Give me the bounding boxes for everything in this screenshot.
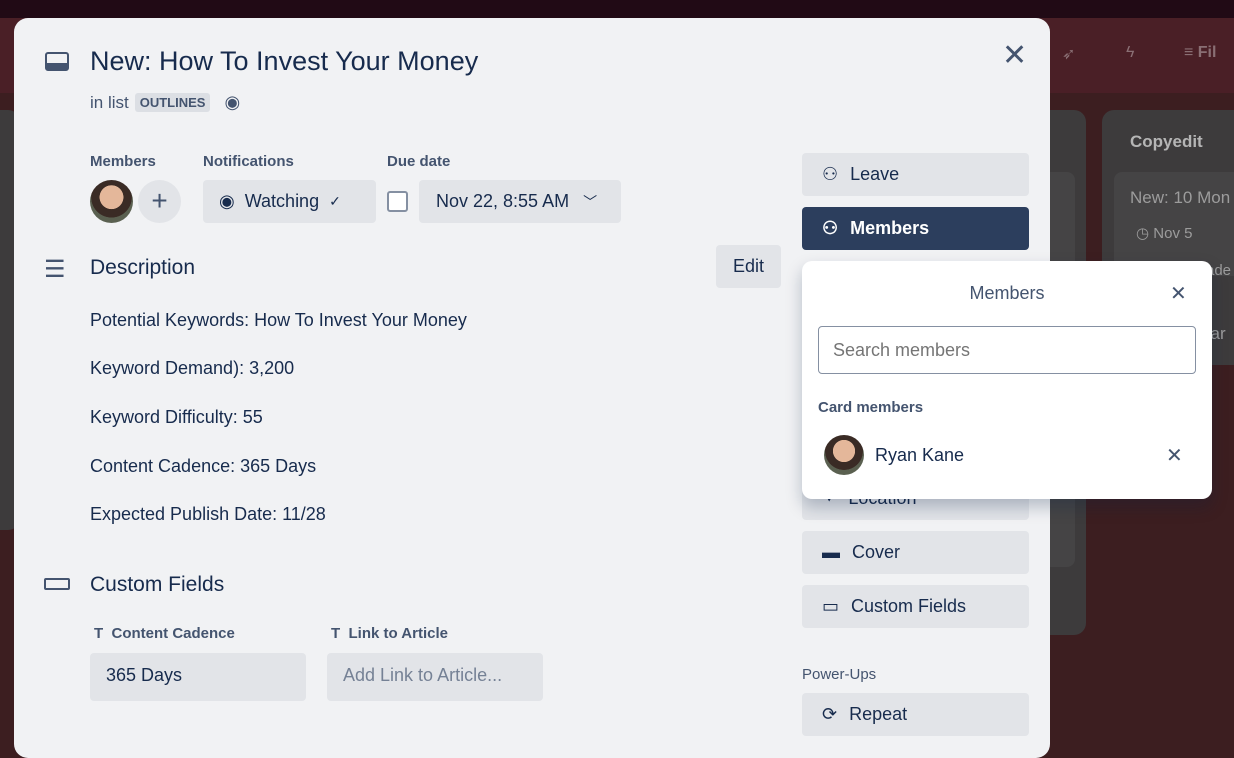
popover-title: Members [969,283,1045,303]
card-date: ◷ Nov 5 [1136,225,1193,242]
notifications-label: Notifications [203,153,294,170]
due-date-button[interactable]: Nov 22, 8:55 AM ﹀ [419,180,621,223]
leave-label: Leave [850,164,900,184]
due-date-checkbox[interactable] [387,191,408,212]
power-ups-label: Power-Ups [802,666,877,683]
edit-description-button[interactable]: Edit [716,245,781,288]
avatar [824,435,864,475]
due-date-label: Due date [387,153,451,170]
custom-fields-heading: Custom Fields [90,573,225,596]
member-name: Ryan Kane [875,445,965,465]
custom-fields-label: Custom Fields [851,596,967,616]
card-date-text: Nov 5 [1153,225,1193,242]
avatar[interactable] [90,180,133,223]
custom-fields-icon: ▭ [822,596,840,616]
remove-member-icon[interactable]: ✕ [1166,443,1183,468]
field-label-text: Link to Article [348,625,448,642]
filter-label: Fil [1197,44,1217,61]
close-icon[interactable]: ✕ [1002,38,1027,73]
search-members-input[interactable] [818,326,1196,374]
card-members-label: Card members [818,399,924,416]
custom-fields-icon [44,578,70,590]
watch-label: Watching [244,191,320,211]
cover-icon: ▬ [822,542,840,562]
close-popover-icon[interactable]: ✕ [1170,281,1187,306]
cover-button[interactable]: ▬ Cover [802,531,1029,574]
list-info: in list OUTLINES ◉ [90,92,240,113]
cover-label: Cover [852,542,901,562]
watch-button[interactable]: ◉ Watching ✓ [203,180,376,223]
description-line: Keyword Demand): 3,200 [90,358,295,378]
list-name-badge[interactable]: OUTLINES [134,93,211,112]
members-button[interactable]: ⚇ Members [802,207,1029,250]
due-date-value: Nov 22, 8:55 AM [436,191,570,211]
chevron-down-icon: ﹀ [583,193,598,210]
filter-button[interactable]: ≡ Fil [1184,44,1216,62]
members-label: Members [90,153,156,170]
top-bar [0,0,1234,18]
field-label: T Content Cadence [94,625,235,642]
content-cadence-field[interactable]: 365 Days [90,653,306,701]
repeat-label: Repeat [849,704,908,724]
description-line: Expected Publish Date: 11/28 [90,504,326,524]
link-to-article-field[interactable]: Add Link to Article... [327,653,543,701]
card-title[interactable]: New: How To Invest Your Money [90,46,478,77]
eye-icon: ◉ [224,92,241,112]
description-heading: Description [90,256,196,279]
card-title: New: 10 Mon [1130,188,1231,207]
member-list-item[interactable]: Ryan Kane ✕ [818,431,1198,479]
list-title: Copyedit [1130,132,1203,151]
description-line: Content Cadence: 365 Days [90,456,317,476]
repeat-icon: ⟳ [822,704,838,724]
automation-icon[interactable]: ϟ [1126,44,1134,62]
text-type-icon: T [94,625,104,642]
custom-fields-button[interactable]: ▭ Custom Fields [802,585,1029,628]
field-label: T Link to Article [331,625,448,642]
card-icon [45,52,69,71]
leave-button[interactable]: ⚇ Leave [802,153,1029,196]
field-label-text: Content Cadence [111,625,235,642]
add-member-button[interactable]: + [138,180,181,223]
check-icon: ✓ [329,193,341,209]
user-icon: ⚇ [822,218,839,238]
description-icon: ☰ [44,256,66,283]
power-ups-icon[interactable]: ➶ [1062,44,1075,64]
members-button-label: Members [850,218,930,238]
user-minus-icon: ⚇ [822,164,839,184]
in-list-label: in list [90,92,129,112]
eye-icon: ◉ [219,191,235,211]
description-line: Keyword Difficulty: 55 [90,407,263,427]
description-line: Potential Keywords: How To Invest Your M… [90,310,467,330]
members-popover: Members ✕ Card members Ryan Kane ✕ [802,261,1212,499]
text-type-icon: T [331,625,341,642]
